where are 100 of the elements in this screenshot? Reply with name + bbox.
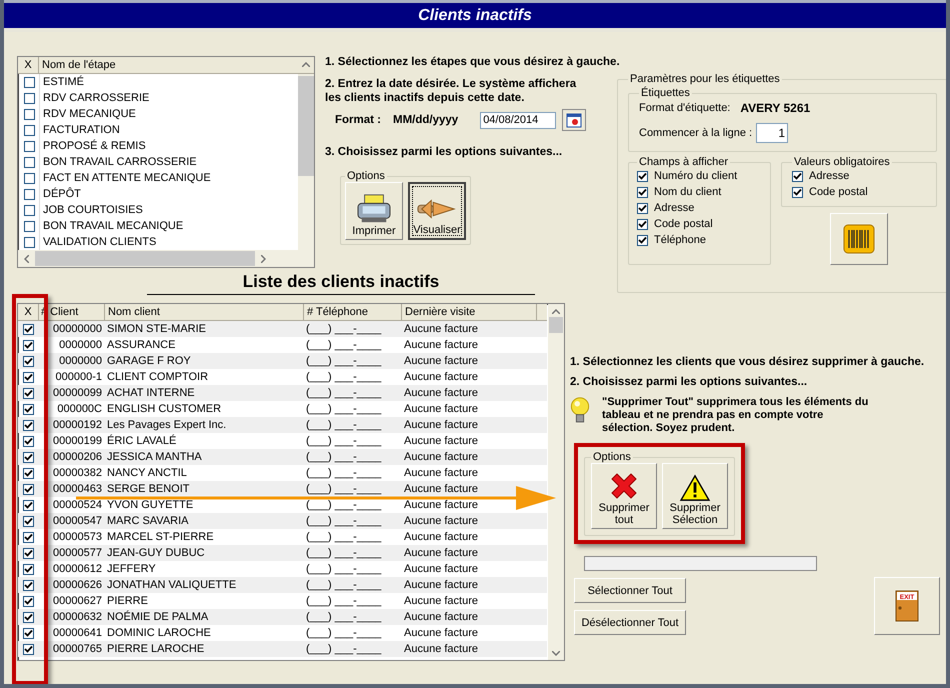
scroll-up-icon[interactable] bbox=[552, 309, 560, 314]
table-cell-text: 000000C bbox=[56, 403, 103, 415]
delete-selection-button[interactable]: Supprimer Sélection bbox=[662, 463, 728, 529]
checkbox-label[interactable]: Adresse bbox=[654, 202, 694, 214]
checkbox[interactable] bbox=[22, 532, 34, 542]
checkbox[interactable] bbox=[22, 452, 34, 462]
table-cell-text: Aucune facture bbox=[403, 531, 479, 543]
checkbox-label[interactable]: Numéro du client bbox=[654, 170, 738, 182]
checkbox[interactable] bbox=[24, 236, 35, 248]
checkbox[interactable] bbox=[22, 628, 34, 638]
stage-name[interactable]: JOB COURTOISIES bbox=[39, 202, 143, 218]
scroll-down-icon[interactable] bbox=[552, 651, 560, 656]
table-cell-text: 00000206 bbox=[52, 451, 103, 463]
table-cell-text: 00000577 bbox=[52, 547, 103, 559]
checkbox-label[interactable]: Code postal bbox=[654, 218, 713, 230]
select-all-button[interactable]: Sélectionner Tout bbox=[574, 578, 686, 603]
table-cell-text: Aucune facture bbox=[403, 355, 479, 367]
table-cell-text: (___) ___-____ bbox=[305, 579, 382, 591]
scrollbar-thumb[interactable] bbox=[549, 317, 563, 333]
date-field[interactable]: 04/08/2014 bbox=[480, 112, 556, 128]
column-header: # Téléphone bbox=[304, 304, 402, 320]
table-cell-text: 0000000 bbox=[58, 355, 103, 367]
checkbox[interactable] bbox=[22, 404, 34, 414]
checkbox[interactable] bbox=[637, 234, 648, 246]
checkbox[interactable] bbox=[637, 202, 648, 214]
table-cell-text: Aucune facture bbox=[403, 323, 479, 335]
checkbox[interactable] bbox=[792, 170, 803, 182]
checkbox[interactable] bbox=[637, 186, 648, 198]
checkbox[interactable] bbox=[24, 140, 35, 152]
scroll-left-icon[interactable] bbox=[24, 254, 29, 262]
group-title: Options bbox=[346, 170, 386, 182]
checkbox[interactable] bbox=[637, 170, 648, 182]
checkbox[interactable] bbox=[22, 436, 34, 446]
checkbox-label[interactable]: Nom du client bbox=[654, 186, 722, 198]
checkbox[interactable] bbox=[24, 188, 35, 200]
checkbox[interactable] bbox=[24, 220, 35, 232]
stage-name[interactable]: BON TRAVAIL CARROSSERIE bbox=[39, 154, 197, 170]
scroll-up-icon[interactable] bbox=[302, 62, 310, 67]
instruction-text: 1. Sélectionnez les clients que vous désirez supprimer à gauche. bbox=[570, 356, 924, 368]
checkbox[interactable] bbox=[24, 76, 35, 88]
start-line-field[interactable]: 1 bbox=[756, 123, 788, 143]
checkbox[interactable] bbox=[24, 108, 35, 120]
table-cell-text: (___) ___-____ bbox=[305, 563, 382, 575]
stage-name[interactable]: RDV MECANIQUE bbox=[39, 106, 136, 122]
stage-name[interactable]: FACT EN ATTENTE MECANIQUE bbox=[39, 170, 211, 186]
checkbox[interactable] bbox=[22, 548, 34, 558]
checkbox[interactable] bbox=[22, 644, 34, 654]
checkbox[interactable] bbox=[22, 356, 34, 366]
checkbox[interactable] bbox=[24, 204, 35, 216]
checkbox[interactable] bbox=[22, 324, 34, 334]
checkbox[interactable] bbox=[22, 564, 34, 574]
stage-name[interactable]: FACTURATION bbox=[39, 122, 120, 138]
table-cell-text: ACHAT INTERNE bbox=[106, 387, 196, 399]
stage-name[interactable]: PROPOSÉ & REMIS bbox=[39, 138, 146, 154]
checkbox[interactable] bbox=[22, 612, 34, 622]
checkbox[interactable] bbox=[22, 340, 34, 350]
column-header: Dernière visite bbox=[402, 304, 537, 320]
checkbox[interactable] bbox=[22, 500, 34, 510]
checkbox[interactable] bbox=[22, 580, 34, 590]
checkbox[interactable] bbox=[792, 186, 803, 198]
print-button[interactable]: Imprimer bbox=[345, 182, 403, 240]
checkbox[interactable] bbox=[637, 218, 648, 230]
table-cell-text: (___) ___-____ bbox=[305, 611, 382, 623]
checkbox[interactable] bbox=[24, 172, 35, 184]
stage-name[interactable]: RDV CARROSSERIE bbox=[39, 90, 150, 106]
table-cell-text: 000000-1 bbox=[54, 371, 103, 383]
deselect-all-button[interactable]: Désélectionner Tout bbox=[574, 610, 686, 635]
checkbox[interactable] bbox=[22, 596, 34, 606]
checkbox-label[interactable]: Adresse bbox=[809, 170, 850, 182]
table-cell-text: (___) ___-____ bbox=[305, 387, 382, 399]
barcode-button[interactable] bbox=[830, 213, 888, 265]
checkbox-label[interactable]: Code postal bbox=[809, 186, 868, 198]
checkbox[interactable] bbox=[22, 420, 34, 430]
warning-text: "Supprimer Tout" supprimera tous les éléments du tableau et ne prendra pas en compte votre sélection. Soyez prudent. bbox=[602, 396, 870, 435]
table-cell-text: Aucune facture bbox=[403, 595, 479, 607]
view-button[interactable]: Visualiser bbox=[408, 182, 466, 240]
format-label: Format : bbox=[335, 114, 381, 126]
table-cell-text: Aucune facture bbox=[403, 483, 479, 495]
checkbox[interactable] bbox=[24, 156, 35, 168]
delete-all-button[interactable]: Supprimer tout bbox=[591, 463, 657, 529]
calendar-button[interactable] bbox=[562, 109, 586, 131]
scroll-right-icon[interactable] bbox=[261, 254, 266, 262]
checkbox-label[interactable]: Téléphone bbox=[654, 234, 706, 246]
checkbox[interactable] bbox=[24, 92, 35, 104]
table-cell-text: NOÉMIE DE PALMA bbox=[106, 611, 210, 623]
checkbox[interactable] bbox=[22, 516, 34, 526]
stage-name[interactable]: BON TRAVAIL MECANIQUE bbox=[39, 218, 184, 234]
table-cell-text: 00000612 bbox=[52, 563, 103, 575]
checkbox[interactable] bbox=[22, 372, 34, 382]
group-title: Étiquettes bbox=[640, 87, 691, 99]
stage-name[interactable]: ESTIMÉ bbox=[39, 74, 84, 90]
table-cell-text: 00000641 bbox=[52, 627, 103, 639]
scrollbar-thumb[interactable] bbox=[35, 251, 255, 266]
scrollbar-thumb[interactable] bbox=[298, 76, 314, 176]
checkbox[interactable] bbox=[24, 124, 35, 136]
checkbox[interactable] bbox=[22, 388, 34, 398]
checkbox[interactable] bbox=[22, 468, 34, 478]
stage-name[interactable]: DÉPÔT bbox=[39, 186, 81, 202]
checkbox[interactable] bbox=[22, 484, 34, 494]
table-cell-text: JEFFERY bbox=[106, 563, 157, 575]
